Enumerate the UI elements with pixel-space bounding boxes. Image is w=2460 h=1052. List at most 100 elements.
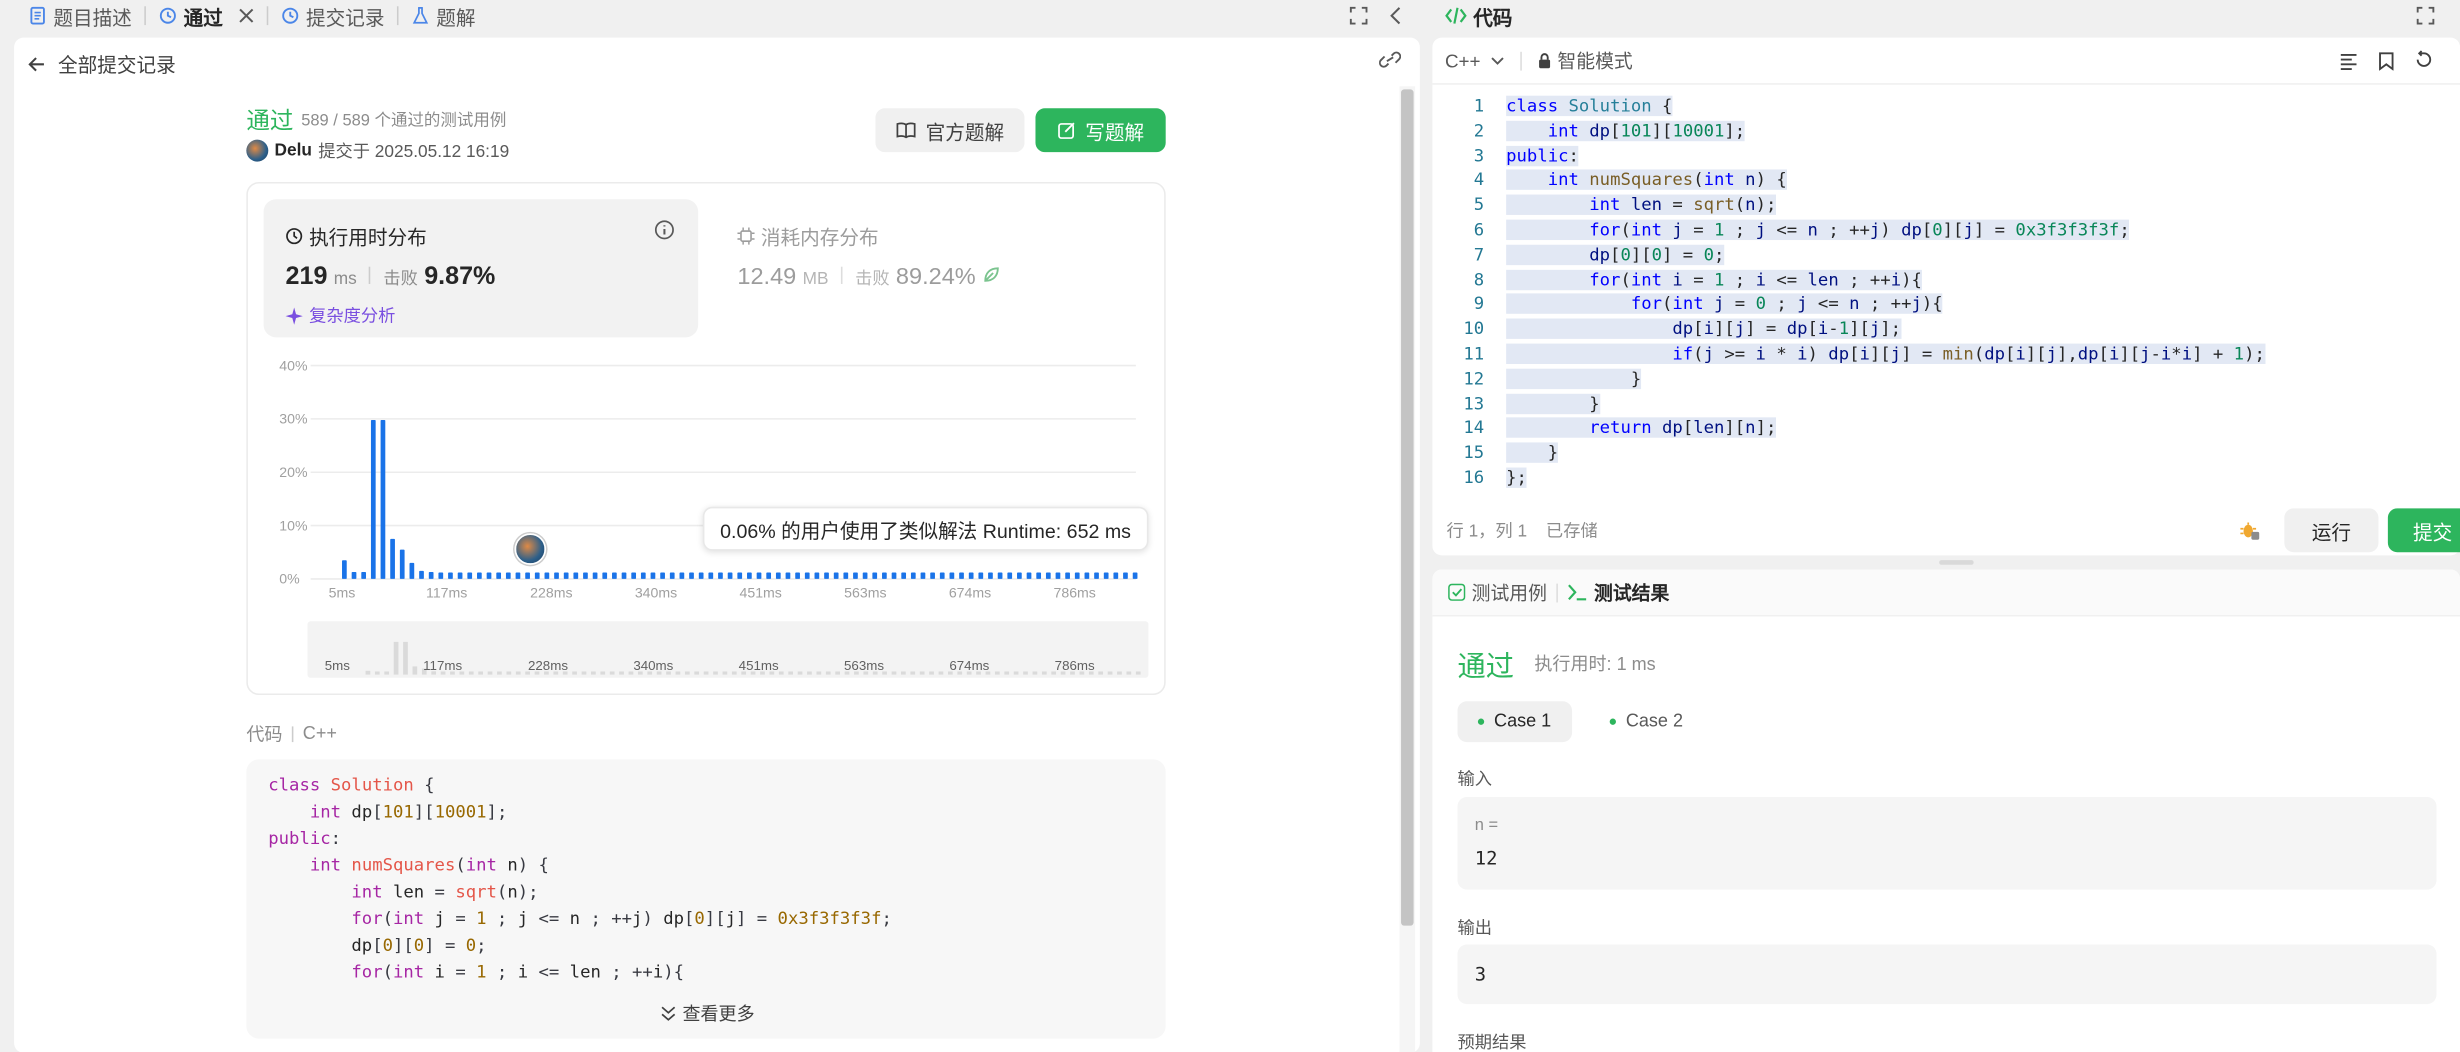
chart-bar[interactable] xyxy=(959,572,964,579)
chart-bar[interactable] xyxy=(708,572,714,579)
chart-bar[interactable] xyxy=(361,571,367,579)
tab-accepted[interactable]: 通过 xyxy=(146,0,267,31)
chart-bar[interactable] xyxy=(660,572,665,579)
chart-bar[interactable] xyxy=(1123,572,1128,579)
code-preview[interactable]: class Solution { int dp[101][10001]; publ… xyxy=(246,759,1166,1039)
chart-bar[interactable] xyxy=(949,572,955,579)
chart-bar[interactable] xyxy=(1036,572,1042,579)
chart-bar[interactable] xyxy=(747,572,752,579)
chart-bar[interactable] xyxy=(428,571,434,579)
bookmark-icon[interactable] xyxy=(2378,52,2394,71)
debug-icon[interactable] xyxy=(2239,519,2261,541)
chart-bar[interactable] xyxy=(698,572,704,579)
chart-bar[interactable] xyxy=(419,570,424,579)
chart-bar[interactable] xyxy=(1065,572,1070,579)
chart-bar[interactable] xyxy=(737,572,743,579)
chart-bar[interactable] xyxy=(882,572,887,579)
fullscreen-icon[interactable] xyxy=(2416,6,2435,25)
info-icon[interactable] xyxy=(654,220,674,240)
tab-test-cases[interactable]: 测试用例 xyxy=(1448,579,1547,606)
chart-bar[interactable] xyxy=(496,572,502,579)
username[interactable]: Delu xyxy=(275,141,312,160)
smart-mode-toggle[interactable]: 智能模式 xyxy=(1537,47,1633,74)
complexity-analysis-link[interactable]: 复杂度分析 xyxy=(285,303,395,328)
chart-bar[interactable] xyxy=(939,572,945,579)
chart-bar[interactable] xyxy=(515,572,521,579)
chart-bar[interactable] xyxy=(631,572,637,579)
chart-bar[interactable] xyxy=(621,572,627,579)
chart-bar[interactable] xyxy=(997,572,1003,579)
chart-bar[interactable] xyxy=(380,419,386,579)
chart-bar[interactable] xyxy=(602,572,608,579)
output-box[interactable]: 3 xyxy=(1457,944,2437,1005)
official-solution-button[interactable]: 官方题解 xyxy=(875,108,1025,153)
my-submission-avatar[interactable] xyxy=(514,533,546,565)
chart-bar[interactable] xyxy=(862,572,868,579)
memory-box[interactable]: 消耗内存分布 12.49 MB 击败 89.24% xyxy=(719,199,1154,337)
submit-button[interactable]: 提交 xyxy=(2387,508,2460,553)
chart-bar[interactable] xyxy=(1007,572,1013,579)
chart-bar[interactable] xyxy=(727,572,733,579)
chart-bar[interactable] xyxy=(814,572,820,579)
chart-bar[interactable] xyxy=(390,538,395,579)
close-icon[interactable] xyxy=(239,8,255,24)
chart-bar[interactable] xyxy=(679,572,685,579)
avatar[interactable] xyxy=(246,139,269,162)
chart-bar[interactable] xyxy=(1103,572,1109,579)
fullscreen-icon[interactable] xyxy=(1349,6,1368,25)
chart-bar[interactable] xyxy=(669,572,675,579)
collapse-left-icon[interactable] xyxy=(1388,6,1404,25)
link-icon[interactable] xyxy=(1379,50,1402,69)
chart-bar[interactable] xyxy=(583,572,588,579)
chart-bar[interactable] xyxy=(1074,572,1080,579)
chart-bar[interactable] xyxy=(534,572,540,579)
chart-bar[interactable] xyxy=(766,572,772,579)
case-2-tab[interactable]: Case 2 xyxy=(1589,701,1704,742)
language-select[interactable]: C++ xyxy=(1445,49,1504,71)
chart-bar[interactable] xyxy=(650,572,656,579)
chart-bar[interactable] xyxy=(525,572,530,579)
chart-bar[interactable] xyxy=(438,572,444,579)
chart-bar[interactable] xyxy=(795,572,800,579)
chart-bar[interactable] xyxy=(689,572,694,579)
chart-bar[interactable] xyxy=(486,572,492,579)
chart-bar[interactable] xyxy=(448,572,453,579)
tab-test-result[interactable]: 测试结果 xyxy=(1567,579,1669,606)
chart-bar[interactable] xyxy=(930,572,935,579)
chart-bar[interactable] xyxy=(554,572,559,579)
chart-bar[interactable] xyxy=(910,572,916,579)
chart-bar[interactable] xyxy=(1017,572,1022,579)
chart-bar[interactable] xyxy=(978,572,984,579)
chart-bar[interactable] xyxy=(457,572,463,579)
chart-bar[interactable] xyxy=(592,572,598,579)
write-solution-button[interactable]: 写题解 xyxy=(1035,108,1166,153)
input-box[interactable]: n = 12 xyxy=(1457,797,2437,890)
tab-code[interactable]: 代码 xyxy=(1432,1,1512,31)
tab-solutions[interactable]: 题解 xyxy=(399,0,488,31)
chart-bar[interactable] xyxy=(775,572,781,579)
chart-bar[interactable] xyxy=(1045,572,1051,579)
chart-bar[interactable] xyxy=(872,572,878,579)
chart-bar[interactable] xyxy=(833,572,839,579)
chart-bar[interactable] xyxy=(988,572,993,579)
code-editor[interactable]: 1 2 3 4 5 6 7 8 9 10 11 12 13 14 15 16 class Solution {… xyxy=(1432,94,2460,502)
tab-submissions[interactable]: 提交记录 xyxy=(268,0,397,31)
chart-bar[interactable] xyxy=(785,572,791,579)
vertical-scrollbar[interactable] xyxy=(1399,86,1416,1052)
reset-icon[interactable] xyxy=(2415,50,2434,69)
chart-bar[interactable] xyxy=(1026,572,1032,579)
chart-bar[interactable] xyxy=(477,572,482,579)
run-button[interactable]: 运行 xyxy=(2284,508,2379,553)
chart-bar[interactable] xyxy=(1055,572,1061,579)
chart-bar[interactable] xyxy=(640,572,646,579)
chart-bar[interactable] xyxy=(853,572,858,579)
tab-description[interactable]: 题目描述 xyxy=(0,0,144,31)
chart-bar[interactable] xyxy=(573,572,579,579)
chart-bar[interactable] xyxy=(563,572,569,579)
chart-bar[interactable] xyxy=(1113,572,1119,579)
chart-bar[interactable] xyxy=(399,549,405,579)
chart-bar[interactable] xyxy=(612,572,617,579)
scrollbar-thumb[interactable] xyxy=(1401,89,1414,926)
chart-bar[interactable] xyxy=(824,572,829,579)
chart-bar[interactable] xyxy=(1084,572,1090,579)
